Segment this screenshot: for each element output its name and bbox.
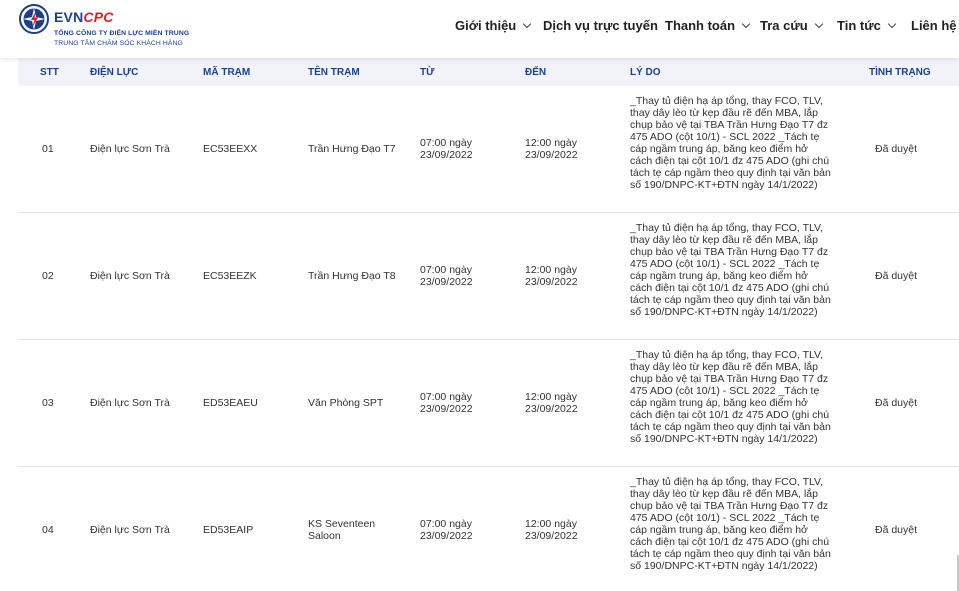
date-text: 23/09/2022 <box>420 276 473 288</box>
cell-ly-do: _Thay tủ điện hạ áp tổng, thay FCO, TLV,… <box>630 349 831 445</box>
cell-ten-tram: KS Seventeen Saloon <box>308 518 376 542</box>
chevron-down-icon <box>523 19 532 28</box>
brand-cpc: CPC <box>83 9 114 25</box>
brand-subtitle-corp: TỔNG CÔNG TY ĐIỆN LỰC MIỀN TRUNG <box>54 30 190 37</box>
cell-dien-luc: Điện lực Sơn Trà <box>90 143 170 155</box>
table-row: 04 Điện lực Sơn Trà ED53EAIP KS Seventee… <box>18 467 959 591</box>
column-header-tu: TỪ <box>420 67 435 78</box>
time-text: 07:00 ngày <box>420 518 472 530</box>
brand-name[interactable]: EVNCPC <box>54 9 114 25</box>
cell-stt: 03 <box>42 397 54 409</box>
time-text: 07:00 ngày <box>420 137 472 149</box>
cell-ly-do: _Thay tủ điện hạ áp tổng, thay FCO, TLV,… <box>630 222 831 318</box>
date-text: 23/09/2022 <box>525 276 578 288</box>
nav-tra-cuu[interactable]: Tra cứu <box>760 18 823 33</box>
cell-tu: 07:00 ngày 23/09/2022 <box>420 137 473 161</box>
date-text: 23/09/2022 <box>420 149 473 161</box>
cell-tu: 07:00 ngày 23/09/2022 <box>420 264 473 288</box>
date-text: 23/09/2022 <box>525 530 578 542</box>
status-badge: Đã duyệt <box>875 524 918 536</box>
cell-tu: 07:00 ngày 23/09/2022 <box>420 518 473 542</box>
brand-subtitle-center: TRUNG TÂM CHĂM SÓC KHÁCH HÀNG <box>54 40 183 47</box>
cell-stt: 04 <box>42 524 54 536</box>
cell-ma-tram: ED53EAIP <box>203 524 254 536</box>
cell-dien-luc: Điện lực Sơn Trà <box>90 524 170 536</box>
cell-den: 12:00 ngày 23/09/2022 <box>525 518 578 542</box>
cell-ly-do: _Thay tủ điện hạ áp tổng, thay FCO, TLV,… <box>630 95 831 191</box>
table-row: 03 Điện lực Sơn Trà ED53EAEU Văn Phòng S… <box>18 340 959 467</box>
column-header-den: ĐẾN <box>525 67 547 78</box>
cell-ma-tram: EC53EEZK <box>203 270 257 282</box>
cell-ma-tram: ED53EAEU <box>203 397 258 409</box>
nav-label: Thanh toán <box>665 18 736 33</box>
column-header-ten-tram: TÊN TRẠM <box>308 67 360 78</box>
date-text: 23/09/2022 <box>525 149 578 161</box>
cell-ten-tram: Văn Phòng SPT <box>308 397 384 409</box>
cell-ten-tram: Trần Hưng Đạo T7 <box>308 143 396 155</box>
nav-thanh-toan[interactable]: Thanh toán <box>665 18 751 33</box>
cell-den: 12:00 ngày 23/09/2022 <box>525 391 578 415</box>
time-text: 07:00 ngày <box>420 264 472 276</box>
evn-logo-icon[interactable] <box>18 3 50 35</box>
date-text: 23/09/2022 <box>420 530 473 542</box>
cell-tu: 07:00 ngày 23/09/2022 <box>420 391 473 415</box>
time-text: 12:00 ngày <box>525 137 577 149</box>
status-badge: Đã duyệt <box>875 270 918 282</box>
date-text: 23/09/2022 <box>420 403 473 415</box>
brand-evn: EVN <box>54 9 84 25</box>
column-header-ly-do: LÝ DO <box>630 67 661 78</box>
date-text: 23/09/2022 <box>525 403 578 415</box>
table-row: 02 Điện lực Sơn Trà EC53EEZK Trần Hưng Đ… <box>18 213 959 340</box>
chevron-down-icon <box>814 19 823 28</box>
nav-label: Tin tức <box>837 18 881 33</box>
cell-ly-do: _Thay tủ điện hạ áp tổng, thay FCO, TLV,… <box>630 476 831 572</box>
column-header-stt: STT <box>40 67 59 78</box>
site-header: EVNCPC TỔNG CÔNG TY ĐIỆN LỰC MIỀN TRUNG … <box>0 0 959 58</box>
column-header-dien-luc: ĐIỆN LỰC <box>90 67 139 78</box>
chevron-down-icon <box>887 19 897 28</box>
table-header: STT ĐIỆN LỰC MÃ TRẠM TÊN TRẠM TỪ ĐẾN LÝ … <box>18 58 959 86</box>
time-text: 12:00 ngày <box>525 518 577 530</box>
status-badge: Đã duyệt <box>875 397 918 409</box>
nav-gioi-thieu[interactable]: Giới thiệu <box>455 18 532 33</box>
chevron-down-icon <box>741 19 751 28</box>
time-text: 07:00 ngày <box>420 391 472 403</box>
cell-ma-tram: EC53EEXX <box>203 143 258 155</box>
nav-lien-he[interactable]: Liên hệ <box>911 18 957 33</box>
table-row: 01 Điện lực Sơn Trà EC53EEXX Trần Hưng Đ… <box>18 86 959 213</box>
column-header-tinh-trang: TÌNH TRẠNG <box>869 67 931 78</box>
nav-label: Tra cứu <box>760 18 808 33</box>
nav-label: Liên hệ <box>911 18 957 33</box>
nav-label: Dịch vụ trực tuyến <box>543 18 658 33</box>
status-badge: Đã duyệt <box>875 143 918 155</box>
cell-dien-luc: Điện lực Sơn Trà <box>90 397 170 409</box>
column-header-ma-tram: MÃ TRẠM <box>203 67 251 78</box>
cell-den: 12:00 ngày 23/09/2022 <box>525 137 578 161</box>
cell-ten-tram: Trần Hưng Đạo T8 <box>308 270 396 282</box>
cell-stt: 01 <box>42 143 54 155</box>
cell-stt: 02 <box>42 270 54 282</box>
nav-label: Giới thiệu <box>455 18 517 33</box>
time-text: 12:00 ngày <box>525 264 577 276</box>
cell-dien-luc: Điện lực Sơn Trà <box>90 270 170 282</box>
cell-den: 12:00 ngày 23/09/2022 <box>525 264 578 288</box>
time-text: 12:00 ngày <box>525 391 577 403</box>
nav-dich-vu-truc-tuyen[interactable]: Dịch vụ trực tuyến <box>543 18 658 33</box>
nav-tin-tuc[interactable]: Tin tức <box>837 18 897 33</box>
